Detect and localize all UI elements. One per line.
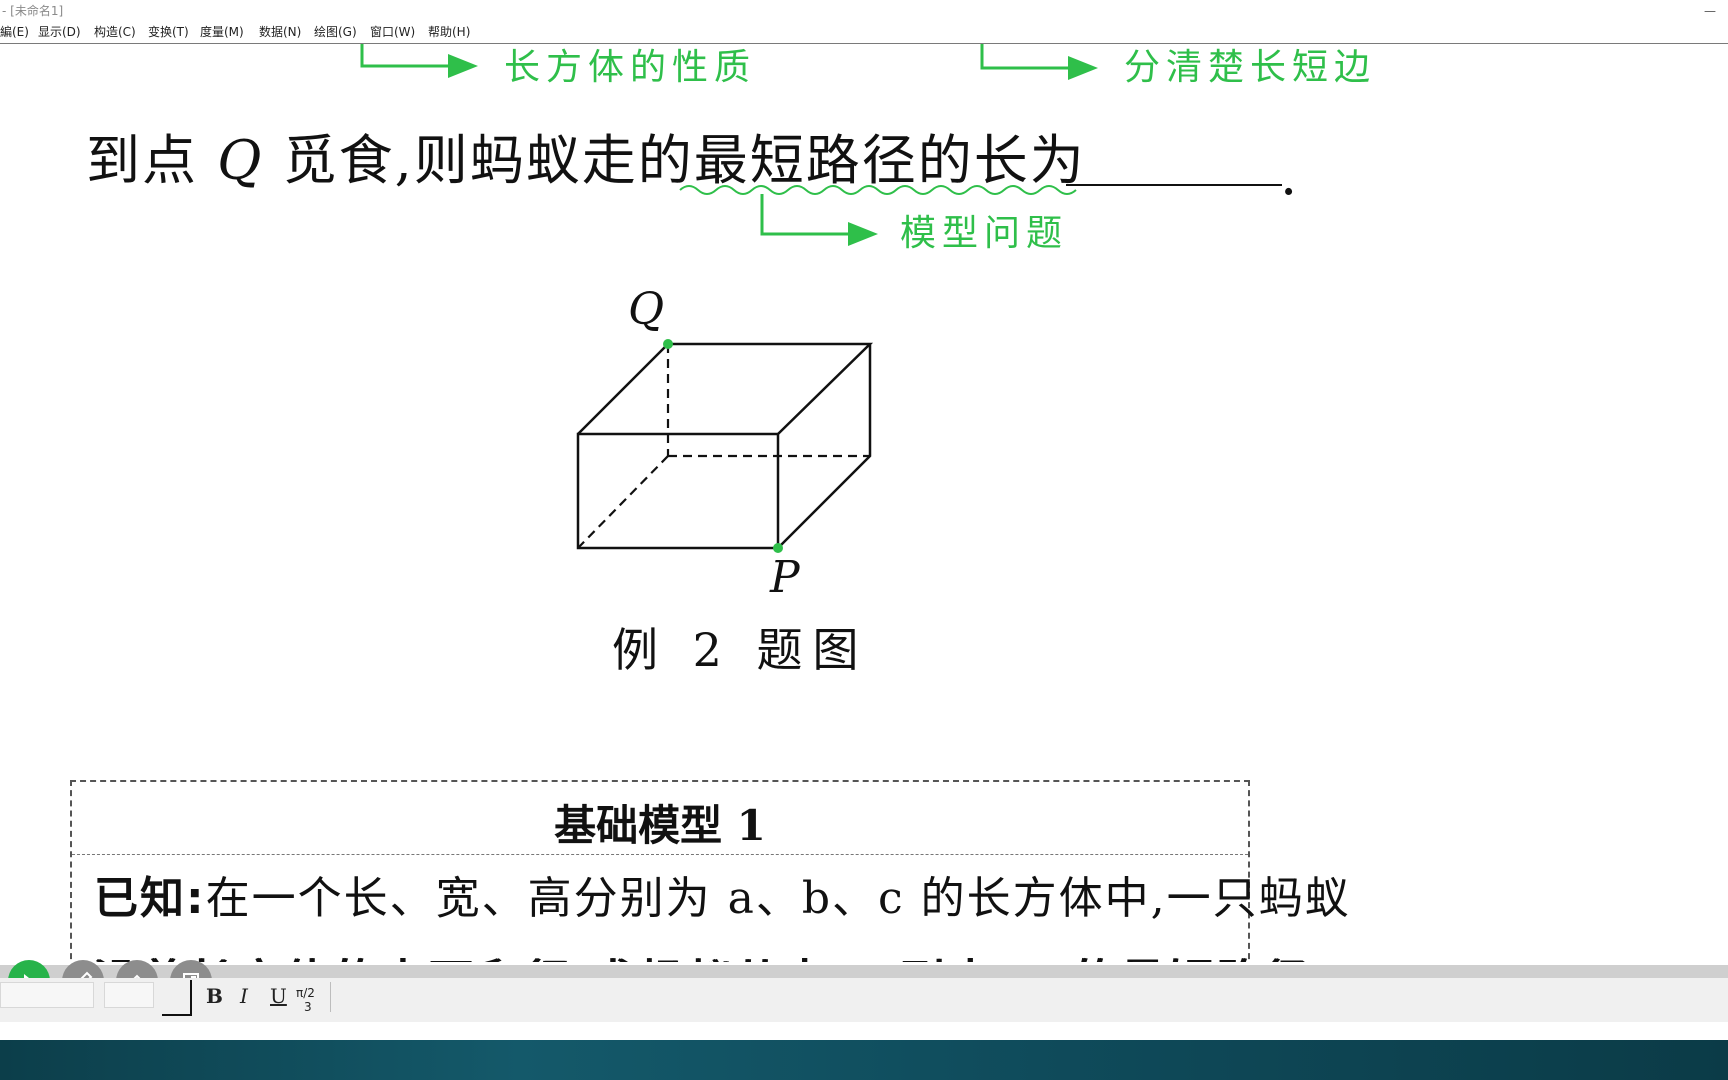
menu-window[interactable]: 窗口(W) xyxy=(370,22,415,43)
menu-display[interactable]: 显示(D) xyxy=(38,22,81,43)
text-format-toolbar: B I U π/2 3 xyxy=(0,978,1728,1023)
window-title: - [未命名1] xyxy=(2,4,64,18)
label-p: P xyxy=(770,552,800,603)
model-clipped-line-2: 沿着长方体的表面爬行,求蚂蚁从点 P 到点 Q 的最短路径 xyxy=(92,944,1312,962)
minimize-button[interactable]: — xyxy=(1704,0,1716,22)
menu-measure[interactable]: 度量(M) xyxy=(200,22,244,43)
size-select[interactable] xyxy=(104,982,154,1008)
menu-draw[interactable]: 绘图(G) xyxy=(314,22,357,43)
math-symbol: π/2 xyxy=(296,986,315,1000)
sketch-canvas[interactable]: 长方体的性质 分清楚长短边 模型问题 到点 Q 觅食,则蚂蚁走的最短路径的长为 … xyxy=(0,44,1728,962)
given-text: 在一个长、宽、高分别为 a、b、c 的长方体中,一只蚂蚁 xyxy=(205,873,1351,924)
menu-bar: 編(E) 显示(D) 构造(C) 变换(T) 度量(M) 数据(N) 绘图(G)… xyxy=(0,22,1728,44)
menu-edit[interactable]: 編(E) xyxy=(0,22,29,43)
menu-construct[interactable]: 构造(C) xyxy=(94,22,136,43)
italic-button[interactable]: I xyxy=(240,984,248,1008)
os-taskbar xyxy=(0,1040,1728,1080)
model-divider xyxy=(72,854,1248,855)
menu-transform[interactable]: 变换(T) xyxy=(148,22,189,43)
menu-help[interactable]: 帮助(H) xyxy=(428,22,470,43)
font-select[interactable] xyxy=(0,982,94,1008)
underline-button[interactable]: U xyxy=(270,984,287,1008)
math-sub: 3 xyxy=(304,1000,312,1014)
figure-caption: 例 2 题图 xyxy=(612,623,869,677)
floating-tool-strip xyxy=(0,965,1728,979)
title-bar: - [未命名1] — xyxy=(0,0,1728,22)
model-title: 基础模型 1 xyxy=(554,801,766,850)
toolbar-divider xyxy=(330,982,331,1012)
menu-data[interactable]: 数据(N) xyxy=(259,22,301,43)
point-q-dot[interactable] xyxy=(663,339,673,349)
status-bar xyxy=(0,1022,1728,1042)
color-swatch[interactable] xyxy=(162,980,192,1016)
model-given: 已知:在一个长、宽、高分别为 a、b、c 的长方体中,一只蚂蚁 xyxy=(94,862,1351,926)
math-format-button[interactable]: π/2 3 xyxy=(296,986,315,1014)
given-label: 已知: xyxy=(94,873,206,924)
model-box: 基础模型 1 已知:在一个长、宽、高分别为 a、b、c 的长方体中,一只蚂蚁 沿… xyxy=(70,780,1349,962)
bold-button[interactable]: B xyxy=(206,984,223,1008)
label-q: Q xyxy=(628,284,665,335)
